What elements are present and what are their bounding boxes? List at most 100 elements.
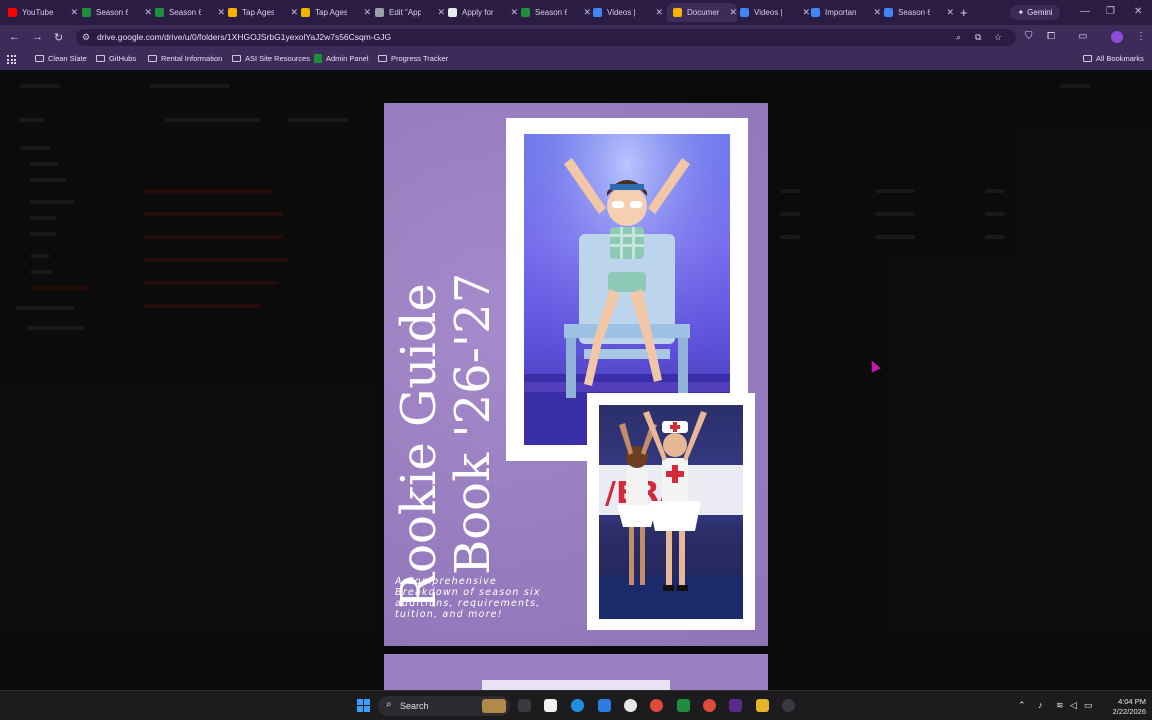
bookmarks-bar: Clean Slate GitHubs Rental Information ASI … — [0, 50, 1152, 70]
clock-time: 4:04 PM — [1118, 697, 1146, 706]
tab-title: Season 6 — [535, 8, 567, 17]
clock-app-icon[interactable] — [624, 699, 637, 712]
tab-title: Videos | — [607, 8, 636, 17]
close-tab-icon[interactable]: ✕ — [873, 7, 881, 18]
close-tab-icon[interactable]: ✕ — [437, 7, 445, 18]
bookmark-item[interactable]: Rental Information — [148, 54, 222, 63]
close-tab-icon[interactable]: ✕ — [217, 7, 225, 18]
sheets-icon — [82, 8, 91, 17]
file-explorer-icon[interactable] — [756, 699, 769, 712]
folder-icon — [378, 55, 387, 62]
zoom-icon[interactable]: ⌕ — [956, 32, 961, 43]
back-icon[interactable]: ← — [9, 31, 20, 43]
mail-icon[interactable] — [598, 699, 611, 712]
tab-title: Tap Ages — [242, 8, 274, 17]
tray-chevron-icon[interactable]: ⌃ — [1018, 700, 1026, 711]
bookmark-label: Progress Tracker — [391, 54, 449, 63]
close-tab-icon[interactable]: ✕ — [729, 7, 737, 18]
youtube-icon — [8, 8, 17, 17]
document-subtitle: A Comprehensive Breakdown of season six … — [395, 576, 541, 620]
folder-icon — [35, 55, 44, 62]
menu-icon[interactable]: ⋮ — [1136, 31, 1146, 42]
close-tab-icon[interactable]: ✕ — [363, 7, 371, 18]
restore-icon[interactable]: ❐ — [1106, 6, 1115, 17]
chrome-icon[interactable] — [650, 699, 663, 712]
browser-tab[interactable]: Season 6 ✕ — [155, 3, 225, 22]
media-player-icon[interactable] — [782, 699, 795, 712]
address-bar[interactable]: ⚙ drive.google.com/drive/u/0/folders/1XH… — [76, 29, 1016, 46]
browser-tab[interactable]: Videos | ✕ — [593, 3, 663, 22]
close-tab-icon[interactable]: ✕ — [70, 7, 78, 18]
browser-tab[interactable]: Season 6 ✕ — [884, 3, 954, 22]
site-info-icon[interactable]: ⚙ — [82, 32, 90, 43]
bookmark-item[interactable]: Clean Slate — [35, 54, 87, 63]
browser-tab[interactable]: Tap Ages ✕ — [228, 3, 298, 22]
dancer-photo-nurses: /ERA — [599, 405, 743, 619]
site-icon — [884, 8, 893, 17]
site-icon — [593, 8, 602, 17]
extensions-icon[interactable]: ⧠ — [1047, 31, 1055, 42]
folder-icon — [96, 55, 105, 62]
browser-tab[interactable]: Apply for ✕ — [448, 3, 518, 22]
wifi-icon[interactable]: ≋ — [1056, 700, 1064, 711]
sheets-app-icon[interactable] — [677, 699, 690, 712]
document-page-1: Rookie Guide Book '26-'27 A Comprehensiv… — [384, 103, 768, 646]
tab-title: Videos | — [754, 8, 783, 17]
close-tab-icon[interactable]: ✕ — [144, 7, 152, 18]
all-bookmarks-button[interactable]: All Bookmarks — [1083, 54, 1144, 63]
system-clock[interactable]: 4:04 PM 2/22/2026 — [1102, 697, 1146, 717]
close-tab-icon[interactable]: ✕ — [290, 7, 298, 18]
reload-icon[interactable]: ↻ — [54, 31, 63, 44]
bookmark-item[interactable]: GitHubs — [96, 54, 136, 63]
close-tab-icon[interactable]: ✕ — [583, 7, 591, 18]
sparkle-icon: ✦ — [1017, 8, 1025, 17]
browser-tab[interactable]: Edit "App ✕ — [375, 3, 445, 22]
browser-tab[interactable]: Season 6 ✕ — [521, 3, 591, 22]
close-tab-icon[interactable]: ✕ — [802, 7, 810, 18]
install-app-icon[interactable]: ⧉ — [975, 32, 981, 43]
chrome-profile-icon[interactable] — [703, 699, 716, 712]
search-label: Search — [400, 701, 429, 711]
tab-title: Apply for — [462, 8, 494, 17]
new-tab-button[interactable]: + — [960, 5, 968, 20]
battery-icon[interactable]: ▭ — [1084, 700, 1093, 711]
bookmark-item[interactable]: Progress Tracker — [378, 54, 448, 63]
gemini-button[interactable]: ✦ Gemini — [1010, 5, 1060, 20]
windows-start-icon[interactable] — [357, 699, 370, 712]
close-window-icon[interactable]: ✕ — [1134, 6, 1142, 17]
tab-title: Tap Ages — [315, 8, 347, 17]
bookmark-label: Admin Panel — [326, 54, 369, 63]
close-tab-icon[interactable]: ✕ — [510, 7, 518, 18]
bookmark-item[interactable]: ASI Site Resources — [232, 54, 310, 63]
volume-icon[interactable]: ◁ — [1070, 700, 1077, 711]
premiere-icon[interactable] — [729, 699, 742, 712]
microphone-icon[interactable]: ♪ — [1038, 700, 1043, 710]
apps-grid-icon[interactable] — [7, 55, 16, 64]
tab-title: Season 6 — [898, 8, 930, 17]
drive-icon — [673, 8, 682, 17]
close-tab-icon[interactable]: ✕ — [946, 7, 954, 18]
browser-tab[interactable]: Tap Ages ✕ — [301, 3, 371, 22]
browser-tab[interactable]: Documen ✕ — [667, 3, 737, 22]
forward-icon[interactable]: → — [32, 31, 43, 43]
browser-tab[interactable]: Season 6 ✕ — [82, 3, 152, 22]
close-tab-icon[interactable]: ✕ — [655, 7, 663, 18]
taskbar-search[interactable]: ⌕ Search — [378, 696, 510, 716]
drive-icon — [228, 8, 237, 17]
bookmark-item[interactable]: Admin Panel — [314, 54, 369, 63]
browser-tab[interactable]: YouTube ✕ — [8, 3, 78, 22]
calendar-icon[interactable] — [544, 699, 557, 712]
extension-shield-icon[interactable]: ⛉ — [1025, 31, 1033, 42]
tab-title: YouTube — [22, 8, 54, 17]
browser-toolbar: ← → ↻ ⚙ drive.google.com/drive/u/0/folde… — [0, 25, 1152, 50]
minimize-icon[interactable]: — — [1080, 6, 1090, 17]
search-highlight-image — [482, 699, 506, 713]
profile-avatar[interactable] — [1111, 31, 1123, 43]
bookmark-star-icon[interactable]: ☆ — [994, 32, 1002, 43]
edge-icon[interactable] — [571, 699, 584, 712]
browser-tab[interactable]: Importan ✕ — [811, 3, 881, 22]
side-panel-icon[interactable]: ▭ — [1078, 31, 1087, 42]
photo-frame-2: /ERA — [587, 393, 755, 630]
copilot-icon[interactable] — [518, 699, 531, 712]
browser-tab[interactable]: Videos | ✕ — [740, 3, 810, 22]
